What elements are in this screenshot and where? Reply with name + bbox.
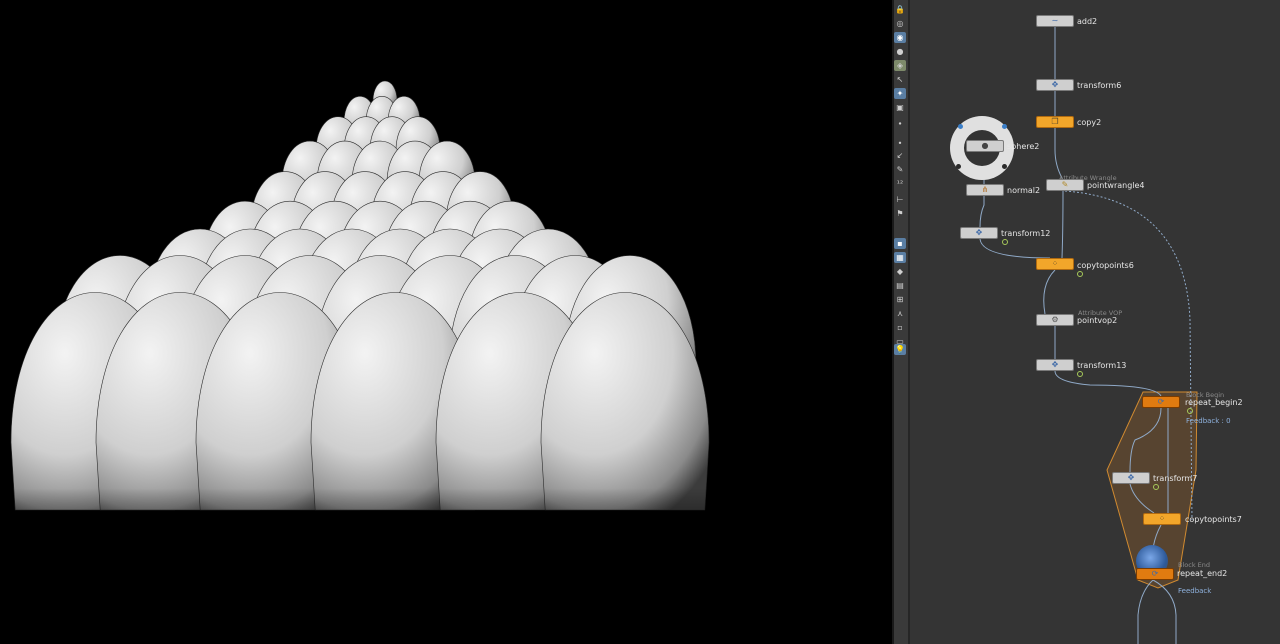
node-copytopoints7[interactable]: ⁘ — [1143, 513, 1181, 525]
radial-menu-option[interactable] — [958, 124, 963, 129]
node-label-pointvop2: pointvop2 — [1077, 316, 1118, 325]
transform-node-icon: ✥ — [975, 228, 983, 237]
view-icon[interactable]: ◉ — [894, 32, 906, 43]
node-add2[interactable]: ∼ — [1036, 15, 1074, 27]
checker-icon[interactable]: ▦ — [894, 252, 906, 263]
node-pointvop2[interactable]: ⚙ — [1036, 314, 1074, 326]
target-icon[interactable]: ◎ — [894, 18, 906, 29]
node-label-copy2: copy2 — [1077, 118, 1102, 127]
node-normal2[interactable]: ⋔ — [966, 184, 1004, 196]
copy-to-points-icon: ⁘ — [1158, 514, 1166, 523]
node-label-copytopoints6: copytopoints6 — [1077, 261, 1134, 270]
copy-node-icon: ❐ — [1051, 117, 1059, 126]
transform-node-icon: ✥ — [1051, 80, 1059, 89]
3d-viewport[interactable] — [0, 0, 892, 644]
node-copytopoints6[interactable]: ⁘ — [1036, 258, 1074, 270]
pick-icon[interactable]: ↖ — [894, 74, 906, 85]
axes-icon[interactable]: ⋏ — [894, 308, 906, 319]
node-label-add2: add2 — [1077, 17, 1098, 26]
sphere-node-icon: ● — [981, 141, 989, 150]
block-begin-icon: ⟳ — [1157, 397, 1165, 406]
radial-menu-option[interactable] — [956, 164, 961, 169]
node-label-transform7: transform7 — [1153, 474, 1198, 483]
node-label-transform6: transform6 — [1077, 81, 1122, 90]
radial-menu-option[interactable] — [1002, 164, 1007, 169]
node-flag — [1077, 271, 1083, 277]
bulb-icon[interactable]: 💡 — [894, 344, 906, 355]
node-flag — [1187, 408, 1193, 414]
arrow-icon[interactable]: ↙ — [894, 150, 906, 161]
node-flag — [1002, 239, 1008, 245]
count-icon[interactable]: ¹² — [894, 178, 906, 189]
snap-icon[interactable]: ✦ — [894, 88, 906, 99]
transform-node-icon: ✥ — [1127, 473, 1135, 482]
dots-icon[interactable]: ∙ — [894, 118, 906, 129]
vop-node-icon: ⚙ — [1051, 315, 1059, 324]
box-icon[interactable]: ▫ — [894, 322, 906, 333]
node-label-pointwrangle4: pointwrangle4 — [1087, 181, 1145, 190]
feedback-label: Feedback — [1178, 587, 1212, 595]
shade-icon[interactable]: ◆ — [894, 266, 906, 277]
camera-icon[interactable]: ◈ — [894, 60, 906, 71]
display-icon[interactable]: ▪ — [894, 238, 906, 249]
node-transform6[interactable]: ✥ — [1036, 79, 1074, 91]
lock-icon[interactable]: 🔒 — [894, 4, 906, 15]
radial-menu-option[interactable] — [1002, 124, 1007, 129]
node-label-repeat_end2: repeat_end2 — [1177, 569, 1228, 578]
sphere-pyramid-render — [0, 80, 892, 560]
node-flag — [1153, 484, 1159, 490]
grid-icon[interactable]: ⊞ — [894, 294, 906, 305]
axis-icon[interactable]: ⊢ — [894, 194, 906, 205]
texture-icon[interactable]: ▤ — [894, 280, 906, 291]
point-icon[interactable]: • — [894, 138, 906, 149]
wrangle-node-icon: ✎ — [1061, 180, 1069, 189]
transform-node-icon: ✥ — [1051, 360, 1059, 369]
wire-copy2-pointwrangle4 — [1054, 128, 1063, 179]
flag-icon[interactable]: ⚑ — [894, 208, 906, 219]
block-end-icon: ⟳ — [1151, 569, 1159, 578]
normal-node-icon: ⋔ — [981, 185, 989, 194]
wire-pointwrangle4-copytopoints6 — [1061, 190, 1064, 259]
add-node-icon: ∼ — [1051, 16, 1059, 25]
node-transform7[interactable]: ✥ — [1112, 472, 1150, 484]
node-label-repeat_begin2: repeat_begin2 — [1185, 398, 1243, 407]
node-repeat_end2[interactable]: ⟳ — [1136, 568, 1174, 580]
node-label-transform13: transform13 — [1077, 361, 1127, 370]
light-icon[interactable]: ● — [894, 46, 906, 57]
network-editor[interactable]: ∼ add2 ✥ transform6 ❐ copy2 ● sphere2 ⋔ … — [910, 0, 1280, 644]
node-sphere2[interactable]: ● — [966, 140, 1004, 152]
node-flag — [1077, 371, 1083, 377]
node-pointwrangle4[interactable]: ✎ — [1046, 179, 1084, 191]
wire-copytopoints6-pointvop2 — [1043, 269, 1056, 315]
node-type-repeat_end2: Block End — [1178, 561, 1210, 569]
ground-shadow — [0, 380, 892, 560]
node-label-normal2: normal2 — [1007, 186, 1041, 195]
node-label-copytopoints7: copytopoints7 — [1185, 515, 1242, 524]
feedback-label: Feedback : 0 — [1186, 417, 1231, 425]
node-copy2[interactable]: ❐ — [1036, 116, 1074, 128]
node-label-sphere2: sphere2 — [1007, 142, 1040, 151]
viewport-toolbar: 🔒 ◎ ◉ ● ◈ ↖ ✦ ▣ ∙ • ↙ ✎ ¹² ⊢ ⚑ ▪ ▦ ◆ ▤ ⊞ ⋏ ▫ ▭ 💡 — [894, 0, 908, 644]
node-transform13[interactable]: ✥ — [1036, 359, 1074, 371]
wire-repeat_end2-output — [1137, 579, 1154, 644]
copy-to-points-icon: ⁘ — [1051, 259, 1059, 268]
pen-icon[interactable]: ✎ — [894, 164, 906, 175]
node-label-transform12: transform12 — [1001, 229, 1051, 238]
wire-normal2-transform12 — [979, 196, 985, 228]
wire-transform12-copytopoints6 — [979, 238, 1051, 259]
wire-icon[interactable]: ▣ — [894, 102, 906, 113]
node-repeat_begin2[interactable]: ⟳ — [1142, 396, 1180, 408]
wire-output-right — [1152, 579, 1177, 644]
node-transform12[interactable]: ✥ — [960, 227, 998, 239]
